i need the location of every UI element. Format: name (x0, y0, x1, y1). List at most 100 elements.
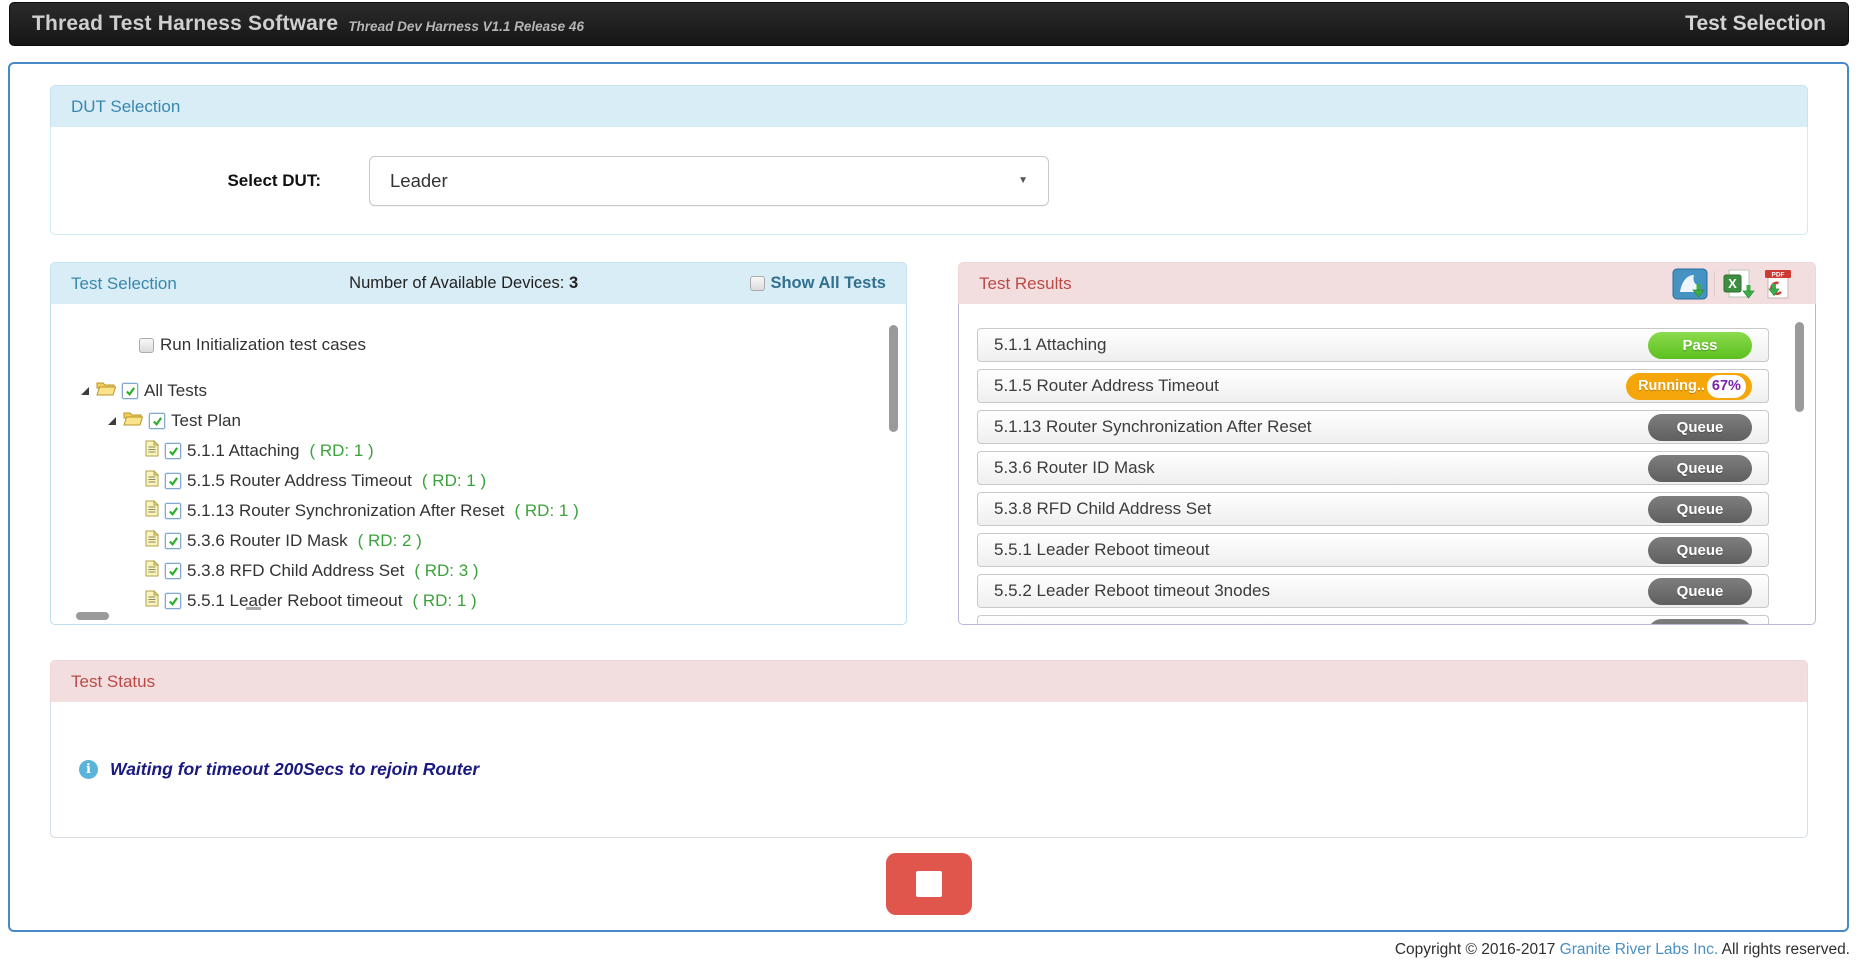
test-checkbox-checked[interactable] (165, 503, 181, 519)
test-results-panel: Test Results X PDF 5.1.1 Attaching Pass (958, 262, 1816, 625)
status-badge: Queue (1648, 414, 1752, 441)
dut-selection-panel: DUT Selection Select DUT: Leader ▼ (50, 85, 1808, 235)
test-selection-panel-body: Run Initialization test cases All Tests (50, 304, 907, 625)
test-checkbox-checked[interactable] (165, 473, 181, 489)
document-icon (145, 590, 159, 612)
tree-test-item[interactable]: 5.1.13 Router Synchronization After Rese… (145, 500, 906, 522)
test-name: 5.5.1 Leader Reboot timeout (187, 591, 402, 611)
pdf-report-download-icon[interactable]: PDF (1761, 268, 1795, 300)
status-badge-label: Queue (1677, 542, 1724, 559)
status-badge: Queue (1648, 496, 1752, 523)
document-icon (145, 440, 159, 462)
test-result-row[interactable]: 5.1.5 Router Address Timeout Running.. 6… (977, 369, 1769, 403)
show-all-tests-toggle[interactable]: Show All Tests (750, 274, 886, 293)
test-status-panel-body: Waiting for timeout 200Secs to rejoin Ro… (50, 702, 1808, 838)
expand-collapse-icon[interactable] (81, 387, 89, 395)
stop-icon (916, 871, 942, 897)
test-selection-panel: Test Selection Number of Available Devic… (50, 262, 907, 625)
all-tests-label: All Tests (144, 381, 207, 401)
select-dut-label: Select DUT: (181, 171, 321, 191)
test-result-row[interactable]: 5.5.1 Leader Reboot timeout Queue (977, 533, 1769, 567)
result-test-name: 5.1.13 Router Synchronization After Rese… (994, 417, 1312, 437)
vertical-scrollbar-thumb[interactable] (889, 325, 898, 432)
status-badge: Queue (1648, 619, 1752, 626)
document-icon (145, 530, 159, 552)
test-checkbox-checked[interactable] (165, 563, 181, 579)
test-result-row[interactable]: 5.5.2 Leader Reboot timeout 3nodes Queue (977, 574, 1769, 608)
test-results-panel-header: Test Results X PDF (958, 262, 1816, 304)
test-status-panel: Test Status Waiting for timeout 200Secs … (50, 660, 1808, 838)
available-devices-text: Number of Available Devices: 3 (349, 274, 578, 293)
dut-selection-panel-body: Select DUT: Leader ▼ (50, 127, 1808, 235)
test-name: 5.1.13 Router Synchronization After Rese… (187, 501, 505, 521)
app-title: Thread Test Harness Software (32, 12, 338, 36)
test-name: 5.1.5 Router Address Timeout (187, 471, 412, 491)
tree-test-item[interactable]: 5.3.6 Router ID Mask ( RD: 2 ) (145, 530, 906, 552)
status-badge-label: Queue (1677, 501, 1724, 518)
status-badge: Queue (1648, 578, 1752, 605)
expand-collapse-icon[interactable] (108, 417, 116, 425)
tree-test-item[interactable]: 5.1.1 Attaching ( RD: 1 ) (145, 440, 906, 462)
document-icon (145, 470, 159, 492)
test-name: 5.3.6 Router ID Mask (187, 531, 348, 551)
status-badge: Pass (1648, 332, 1752, 359)
test-plan-checkbox[interactable] (149, 413, 165, 429)
current-page-title: Test Selection (1685, 12, 1826, 36)
stop-button[interactable] (886, 853, 972, 915)
dut-selection-panel-header: DUT Selection (50, 85, 1808, 127)
tree-test-item[interactable]: 5.3.8 RFD Child Address Set ( RD: 3 ) (145, 560, 906, 582)
available-devices-count: 3 (569, 274, 578, 292)
test-tree: Run Initialization test cases All Tests (51, 304, 906, 612)
run-init-label: Run Initialization test cases (160, 335, 366, 355)
test-result-row[interactable]: 5.3.8 RFD Child Address Set Queue (977, 492, 1769, 526)
status-badge-label: Queue (1677, 460, 1724, 477)
wireshark-capture-download-icon[interactable] (1672, 268, 1708, 300)
status-badge: Running.. 67% (1626, 373, 1752, 400)
test-status-panel-header: Test Status (50, 660, 1808, 702)
progress-percent: 67% (1707, 375, 1746, 398)
main-container: DUT Selection Select DUT: Leader ▼ Test … (8, 62, 1849, 932)
dut-selected-value: Leader (390, 170, 448, 192)
run-init-row[interactable]: Run Initialization test cases (139, 334, 906, 356)
granite-river-labs-link[interactable]: Granite River Labs Inc. (1560, 941, 1719, 958)
show-all-tests-checkbox[interactable] (750, 276, 765, 291)
horizontal-scrollbar-thumb[interactable] (76, 612, 109, 620)
test-selection-panel-title: Test Selection (71, 274, 177, 294)
app-version-subtitle: Thread Dev Harness V1.1 Release 46 (348, 19, 584, 34)
result-test-name: 5.5.2 Leader Reboot timeout 3nodes (994, 581, 1270, 601)
dut-selection-panel-title: DUT Selection (71, 97, 180, 117)
status-badge-label: Queue (1677, 583, 1724, 600)
test-checkbox-checked[interactable] (165, 533, 181, 549)
icon-separator (1714, 271, 1715, 297)
test-status-panel-title: Test Status (71, 672, 155, 692)
status-badge: Queue (1648, 537, 1752, 564)
test-result-row[interactable]: 5.3.6 Router ID Mask Queue (977, 451, 1769, 485)
tree-node-all-tests[interactable]: All Tests (81, 380, 906, 402)
result-test-name: 5.1.5 Router Address Timeout (994, 376, 1219, 396)
app-header: Thread Test Harness Software Thread Dev … (9, 2, 1849, 46)
folder-icon (123, 411, 143, 431)
run-init-checkbox[interactable] (139, 338, 154, 353)
all-tests-checkbox[interactable] (122, 383, 138, 399)
tree-test-item[interactable]: 5.1.5 Router Address Timeout ( RD: 1 ) (145, 470, 906, 492)
tree-node-test-plan[interactable]: Test Plan (108, 410, 906, 432)
test-checkbox-checked[interactable] (165, 443, 181, 459)
result-test-name: 5.5.1 Leader Reboot timeout (994, 540, 1209, 560)
svg-text:PDF: PDF (1772, 271, 1785, 278)
document-icon (145, 560, 159, 582)
excel-report-download-icon[interactable]: X (1721, 268, 1755, 300)
test-checkbox-checked[interactable] (165, 593, 181, 609)
status-badge-label: Running.. (1638, 378, 1705, 394)
show-all-tests-label: Show All Tests (770, 274, 886, 293)
dut-select-dropdown[interactable]: Leader ▼ (369, 156, 1049, 206)
result-row-list: 5.1.1 Attaching Pass 5.1.5 Router Addres… (977, 328, 1769, 625)
test-rd-count: ( RD: 3 ) (414, 561, 478, 581)
vertical-scrollbar-thumb[interactable] (1795, 322, 1804, 412)
test-rd-count: ( RD: 1 ) (309, 441, 373, 461)
test-result-row[interactable]: Queue (977, 615, 1769, 625)
test-result-row[interactable]: 5.1.1 Attaching Pass (977, 328, 1769, 362)
test-rd-count: ( RD: 2 ) (358, 531, 422, 551)
test-result-row[interactable]: 5.1.13 Router Synchronization After Rese… (977, 410, 1769, 444)
result-test-name: 5.3.6 Router ID Mask (994, 458, 1155, 478)
test-rd-count: ( RD: 1 ) (515, 501, 579, 521)
